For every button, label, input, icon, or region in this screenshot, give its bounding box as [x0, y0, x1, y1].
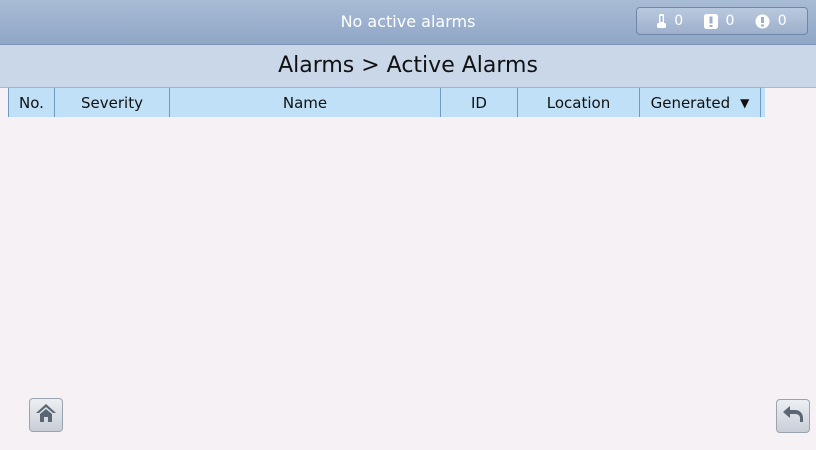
column-header-label: No. — [19, 93, 44, 112]
critical-alarm-icon — [755, 14, 770, 29]
column-header-name[interactable]: Name — [170, 88, 441, 117]
column-header-label: Severity — [81, 93, 143, 112]
back-button[interactable] — [776, 399, 810, 433]
alarm-table-header: No. Severity Name ID Location Generated … — [8, 87, 765, 117]
minor-alarm-icon — [657, 13, 667, 29]
column-header-label: Name — [282, 93, 328, 112]
column-header-no[interactable]: No. — [8, 88, 55, 117]
home-button[interactable] — [29, 398, 63, 432]
column-header-generated[interactable]: Generated ▼ — [640, 88, 761, 117]
home-icon — [35, 403, 57, 427]
breadcrumb-bar: Alarms > Active Alarms — [0, 45, 816, 88]
critical-alarm-count: 0 — [777, 13, 787, 29]
back-arrow-icon — [782, 405, 804, 427]
minor-alarm-counter[interactable]: 0 — [657, 13, 683, 29]
minor-alarm-count: 0 — [674, 13, 684, 29]
column-header-severity[interactable]: Severity — [55, 88, 170, 117]
column-header-label: Location — [546, 93, 611, 112]
major-alarm-icon — [703, 13, 718, 29]
alarm-table-body — [8, 117, 765, 387]
critical-alarm-counter[interactable]: 0 — [755, 13, 787, 29]
major-alarm-count: 0 — [725, 13, 735, 29]
column-header-location[interactable]: Location — [518, 88, 640, 117]
major-alarm-counter[interactable]: 0 — [703, 13, 735, 29]
sort-down-icon: ▼ — [740, 95, 750, 110]
breadcrumb: Alarms > Active Alarms — [278, 53, 538, 78]
column-header-id[interactable]: ID — [441, 88, 518, 117]
column-header-label: ID — [471, 93, 487, 112]
alarm-counter[interactable]: 0 0 0 — [636, 7, 808, 35]
status-bar: No active alarms 0 0 0 — [0, 0, 816, 45]
column-header-label: Generated — [650, 93, 731, 112]
